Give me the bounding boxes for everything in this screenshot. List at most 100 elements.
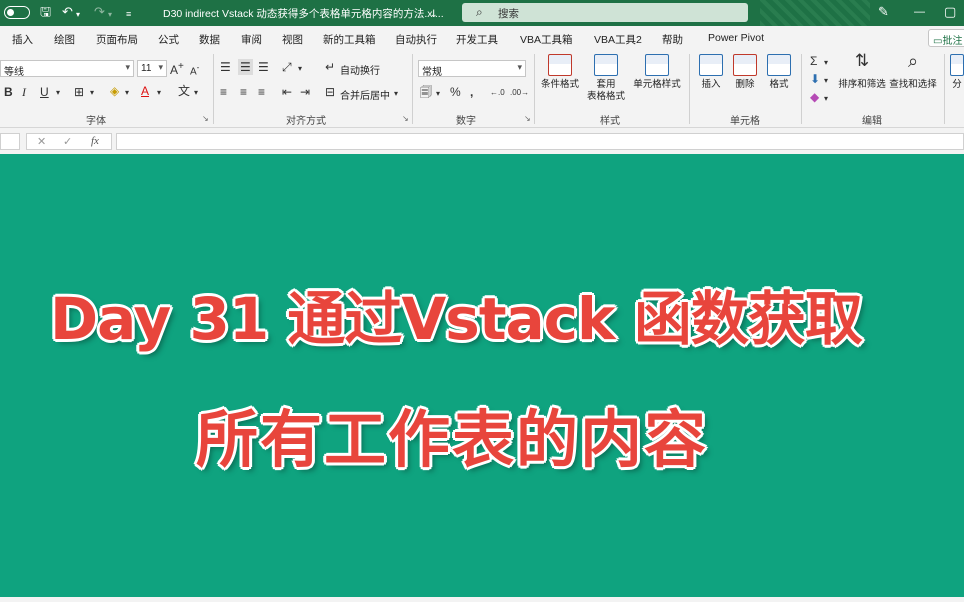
comments-label: 批注 — [942, 36, 963, 47]
search-box[interactable]: ⌕ 搜索 — [462, 3, 748, 22]
font-color-icon[interactable]: A — [141, 84, 149, 98]
align-bottom-icon[interactable]: ☰ — [258, 60, 269, 74]
chevron-down-icon: ▾ — [517, 62, 522, 72]
alignment-group-label: 对齐方式 — [286, 116, 326, 127]
dialog-launcher-icon[interactable]: ↘ — [524, 114, 531, 123]
tab-formulas[interactable]: 公式 — [158, 32, 179, 47]
tab-vba-toolbox[interactable]: VBA工具箱 — [520, 32, 573, 47]
fill-dropdown-icon[interactable]: ▾ — [125, 86, 129, 100]
align-left-icon[interactable]: ≡ — [220, 85, 227, 99]
autosum-dropdown-icon[interactable]: ▾ — [824, 56, 828, 70]
redo-dropdown-icon[interactable]: ▾ — [108, 7, 112, 23]
tab-new-toolbox[interactable]: 新的工具箱 — [323, 32, 376, 47]
decrease-font-icon[interactable]: A- — [190, 60, 199, 79]
comments-button[interactable]: ▭批注 — [928, 29, 964, 47]
dialog-launcher-icon[interactable]: ↘ — [202, 114, 209, 123]
insert-cells-button[interactable]: 插入 — [696, 54, 726, 91]
merge-center-button[interactable]: 合并后居中 — [340, 87, 390, 102]
clear-dropdown-icon[interactable]: ▾ — [824, 92, 828, 106]
number-format-select[interactable]: 常规 ▾ — [418, 60, 526, 78]
analyze-button[interactable]: 分 — [950, 54, 964, 91]
undo-icon[interactable]: ↶ — [62, 4, 73, 20]
tab-developer[interactable]: 开发工具 — [456, 32, 498, 47]
font-name-value: 等线 — [4, 67, 24, 78]
tab-power-pivot[interactable]: Power Pivot — [708, 32, 764, 44]
number-format-value: 常规 — [422, 67, 442, 78]
tab-help[interactable]: 帮助 — [662, 32, 683, 47]
save-icon[interactable]: 🖫 — [40, 4, 51, 20]
phonetic-icon[interactable]: 文 — [178, 84, 190, 98]
document-title[interactable]: D30 indirect Vstack 动态获得多个表格单元格内容的方法.xl.… — [163, 6, 444, 21]
italic-icon[interactable]: I — [22, 85, 26, 99]
name-box[interactable] — [0, 133, 20, 150]
fill-color-icon[interactable]: ◈ — [110, 84, 119, 98]
title-chevron-down-icon[interactable]: ⌄ — [430, 6, 438, 22]
border-icon[interactable]: ⊞ — [74, 85, 84, 99]
increase-decimal-icon[interactable]: ←.0 — [490, 86, 505, 100]
minimize-icon[interactable]: — — [914, 4, 925, 20]
phonetic-dropdown-icon[interactable]: ▾ — [194, 86, 198, 100]
decrease-decimal-icon[interactable]: .00→ — [510, 86, 529, 100]
ribbon: 等线 ▾ 11 ▾ A+ A- B I U ▾ ⊞ ▾ ◈ ▾ A ▾ 文 ▾ 字体… — [0, 50, 964, 128]
conditional-formatting-button[interactable]: 条件格式 — [540, 54, 580, 91]
accounting-format-icon[interactable]: 🗐 — [420, 85, 432, 99]
tab-draw[interactable]: 绘图 — [54, 32, 75, 47]
merge-dropdown-icon[interactable]: ▾ — [394, 87, 398, 101]
comma-style-icon[interactable]: , — [470, 85, 473, 99]
wrap-text-button[interactable]: 自动换行 — [340, 62, 380, 77]
formula-input[interactable] — [116, 133, 964, 150]
font-color-dropdown-icon[interactable]: ▾ — [157, 86, 161, 100]
restore-icon[interactable]: ▢ — [944, 4, 956, 20]
cancel-icon[interactable]: ✕ — [37, 135, 46, 148]
dialog-launcher-icon[interactable]: ↘ — [402, 114, 409, 123]
tab-vba-tools2[interactable]: VBA工具2 — [594, 32, 642, 47]
fill-down-icon[interactable]: ⬇ — [810, 72, 820, 86]
increase-font-icon[interactable]: A+ — [170, 60, 184, 77]
align-center-icon[interactable]: ≡ — [240, 85, 247, 99]
underline-icon[interactable]: U — [40, 85, 49, 99]
tab-insert[interactable]: 插入 — [12, 32, 33, 47]
find-select-button[interactable]: ⌕ 查找和选择 — [888, 52, 938, 91]
title-bar-decoration — [760, 0, 870, 26]
merge-center-icon[interactable]: ⊟ — [325, 85, 335, 99]
percent-icon[interactable]: % — [450, 85, 461, 99]
tab-view[interactable]: 视图 — [282, 32, 303, 47]
format-as-table-button[interactable]: 套用 表格格式 — [584, 54, 628, 103]
autosum-icon[interactable]: Σ — [810, 54, 817, 68]
group-divider — [534, 54, 535, 124]
font-name-select[interactable]: 等线 ▾ — [0, 60, 134, 78]
increase-indent-icon[interactable]: ⇥ — [300, 85, 310, 99]
group-divider — [801, 54, 802, 124]
tab-data[interactable]: 数据 — [199, 32, 220, 47]
delete-cells-button[interactable]: 删除 — [730, 54, 760, 91]
cell-styles-button[interactable]: 单元格样式 — [632, 54, 682, 91]
title-overlay: Day 31 通过Vstack 函数获取 所有工作表的内容 — [0, 154, 964, 597]
underline-dropdown-icon[interactable]: ▾ — [56, 86, 60, 100]
enter-icon[interactable]: ✓ — [63, 135, 72, 148]
border-dropdown-icon[interactable]: ▾ — [90, 86, 94, 100]
align-top-icon[interactable]: ☰ — [220, 60, 231, 74]
undo-dropdown-icon[interactable]: ▾ — [76, 7, 80, 23]
sort-filter-button[interactable]: ⇅ 排序和筛选 — [838, 52, 886, 91]
orientation-icon[interactable]: ⤢ — [282, 60, 292, 74]
redo-icon[interactable]: ↷ — [94, 4, 105, 20]
fill-dropdown-icon[interactable]: ▾ — [824, 74, 828, 88]
clear-icon[interactable]: ◆ — [810, 90, 819, 104]
wrap-text-icon[interactable]: ↵ — [325, 60, 335, 74]
accounting-dropdown-icon[interactable]: ▾ — [436, 87, 440, 101]
bold-icon[interactable]: B — [4, 85, 13, 99]
customize-toolbar-icon[interactable]: ≡ — [126, 6, 131, 22]
chevron-down-icon: ▾ — [158, 62, 163, 72]
insert-function-icon[interactable]: fx — [91, 135, 99, 147]
decrease-indent-icon[interactable]: ⇤ — [282, 85, 292, 99]
align-middle-icon[interactable]: ☰ — [238, 59, 253, 75]
font-size-select[interactable]: 11 ▾ — [137, 60, 167, 77]
autosave-toggle[interactable] — [4, 6, 30, 19]
pen-icon[interactable]: ✎ — [878, 4, 889, 20]
tab-review[interactable]: 审阅 — [241, 32, 262, 47]
tab-page-layout[interactable]: 页面布局 — [96, 32, 138, 47]
align-right-icon[interactable]: ≡ — [258, 85, 265, 99]
orientation-dropdown-icon[interactable]: ▾ — [298, 62, 302, 76]
tab-automate[interactable]: 自动执行 — [395, 32, 437, 47]
format-cells-button[interactable]: 格式 — [764, 54, 794, 91]
